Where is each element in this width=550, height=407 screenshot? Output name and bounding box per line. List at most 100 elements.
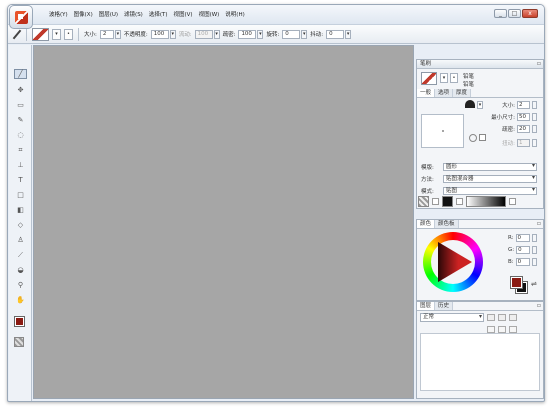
shape-icon[interactable]: □ bbox=[14, 190, 27, 200]
brush-tip-dropdown[interactable]: ▾ bbox=[477, 101, 483, 109]
menu-item-select[interactable]: 选择(T) bbox=[146, 11, 171, 20]
color-panel: 颜色 颜色板 ▫ R: 0 G: 0 B: 0 ⇌ bbox=[416, 219, 544, 301]
opacity-stepper[interactable]: ▾ bbox=[169, 29, 176, 39]
panel-close-icon[interactable]: ▫ bbox=[537, 302, 543, 310]
min-size-field[interactable]: 50 bbox=[517, 113, 530, 121]
size-field[interactable]: 2 bbox=[99, 29, 114, 39]
texture-icon[interactable] bbox=[14, 337, 24, 347]
color-swatches[interactable] bbox=[14, 316, 29, 331]
menu-item-layer[interactable]: 图层(U) bbox=[96, 11, 121, 20]
canvas-area[interactable] bbox=[33, 45, 414, 399]
layer-list[interactable] bbox=[420, 333, 540, 391]
angle-checkbox[interactable] bbox=[479, 134, 486, 141]
stamp-icon[interactable]: ⊥ bbox=[14, 160, 27, 170]
method-select[interactable]: 贴图混合器 bbox=[443, 175, 537, 183]
size-stepper[interactable]: ▾ bbox=[114, 29, 121, 39]
grain-swatch[interactable] bbox=[442, 196, 453, 207]
angle-dial-icon[interactable] bbox=[469, 134, 477, 142]
green-field[interactable]: 0 bbox=[516, 246, 531, 254]
gradient-swatch[interactable] bbox=[466, 196, 506, 207]
blend-mode-select[interactable]: 正常 bbox=[420, 313, 484, 322]
gradient-icon[interactable]: ◧ bbox=[14, 205, 27, 215]
spacing-field[interactable]: 20 bbox=[517, 125, 530, 133]
grain-menu-button[interactable] bbox=[456, 198, 463, 205]
flow-stepper[interactable]: ▾ bbox=[213, 29, 220, 39]
min-size-stepper[interactable] bbox=[532, 113, 537, 121]
brush-tip-icon[interactable] bbox=[465, 100, 475, 108]
link-icon[interactable] bbox=[498, 314, 506, 321]
select-rect-icon[interactable]: ▭ bbox=[14, 100, 27, 110]
text-icon[interactable]: T bbox=[14, 175, 27, 185]
tab-color[interactable]: 颜色 bbox=[417, 220, 436, 228]
menu-item-edit[interactable]: 波格(Y) bbox=[46, 11, 71, 20]
brush-icon[interactable]: ✎ bbox=[14, 115, 27, 125]
rotate-field[interactable]: 0 bbox=[282, 29, 301, 39]
tab-history[interactable]: 历史 bbox=[435, 302, 454, 310]
texture-menu-button[interactable] bbox=[432, 198, 439, 205]
mode-select[interactable]: 贴图 bbox=[443, 187, 537, 195]
density-stepper[interactable]: ▾ bbox=[257, 29, 264, 39]
app-window: 波格(Y) 图像(X) 图层(U) 滤镜(S) 选择(T) 视图(V) 视图(W… bbox=[7, 4, 545, 402]
tab-options[interactable]: 选项 bbox=[435, 89, 454, 97]
twist-field[interactable]: 1 bbox=[517, 139, 530, 147]
jitter-stepper[interactable]: ▾ bbox=[345, 29, 352, 39]
brush-size-field[interactable]: 2 bbox=[517, 101, 530, 109]
crop-icon[interactable]: ⌗ bbox=[14, 145, 27, 155]
eraser-icon[interactable]: ◇ bbox=[14, 220, 27, 230]
foreground-color-swatch[interactable] bbox=[510, 276, 523, 289]
delete-layer-icon[interactable] bbox=[509, 326, 517, 333]
red-field[interactable]: 0 bbox=[515, 234, 530, 242]
lasso-icon[interactable]: ◌ bbox=[14, 130, 27, 140]
blue-field[interactable]: 0 bbox=[515, 258, 530, 266]
brush-options-button[interactable]: • bbox=[64, 28, 73, 40]
lock-icon[interactable] bbox=[487, 314, 495, 321]
red-label: R: bbox=[508, 235, 514, 241]
swap-colors-icon[interactable]: ⇌ bbox=[531, 280, 537, 288]
fill-icon[interactable]: ◒ bbox=[14, 265, 27, 275]
green-stepper[interactable] bbox=[532, 246, 538, 254]
gradient-menu-button[interactable] bbox=[509, 198, 516, 205]
hand-icon[interactable]: ✋ bbox=[14, 295, 27, 305]
blue-stepper[interactable] bbox=[531, 258, 537, 266]
smudge-icon[interactable]: ♙ bbox=[14, 235, 27, 245]
rotate-stepper[interactable]: ▾ bbox=[301, 29, 308, 39]
brush-preset-dropdown[interactable]: ▾ bbox=[440, 73, 448, 83]
duplicate-layer-icon[interactable] bbox=[498, 326, 506, 333]
spacing-stepper[interactable] bbox=[532, 125, 537, 133]
panel-close-icon[interactable]: ▫ bbox=[537, 60, 541, 68]
menu-item-help[interactable]: 说明(H) bbox=[222, 11, 247, 20]
new-layer-icon[interactable] bbox=[487, 326, 495, 333]
menu-item-window[interactable]: 视图(W) bbox=[196, 11, 223, 20]
close-button[interactable]: x bbox=[522, 9, 538, 18]
menu-item-image[interactable]: 图像(X) bbox=[71, 11, 96, 20]
brush-size-stepper[interactable] bbox=[532, 101, 537, 109]
zoom-icon[interactable]: ⚲ bbox=[14, 280, 27, 290]
brush-preset-swatch[interactable] bbox=[421, 72, 437, 85]
move-icon[interactable]: ✥ bbox=[14, 85, 27, 95]
twist-stepper[interactable] bbox=[532, 139, 537, 147]
brush-preset-dropdown[interactable]: ▾ bbox=[52, 28, 61, 40]
panel-close-icon[interactable]: ▫ bbox=[537, 220, 543, 228]
app-logo-icon[interactable] bbox=[9, 5, 33, 29]
brush-preset-swatch[interactable] bbox=[32, 27, 49, 41]
brush-menu-button[interactable]: • bbox=[450, 73, 458, 83]
minimize-button[interactable]: _ bbox=[494, 9, 507, 18]
opacity-field[interactable]: 100 bbox=[150, 29, 169, 39]
red-stepper[interactable] bbox=[531, 234, 537, 242]
tab-layers[interactable]: 图层 bbox=[417, 302, 436, 310]
eyedropper-icon[interactable]: ⟋ bbox=[14, 250, 27, 260]
density-field[interactable]: 100 bbox=[238, 29, 257, 39]
maximize-button[interactable]: □ bbox=[508, 9, 521, 18]
tab-thickness[interactable]: 厚度 bbox=[453, 89, 472, 97]
menu-item-view[interactable]: 视图(V) bbox=[171, 11, 196, 20]
texture-swatch[interactable] bbox=[418, 196, 429, 207]
jitter-field[interactable]: 0 bbox=[326, 29, 345, 39]
mask-icon[interactable] bbox=[509, 314, 517, 321]
pencil-tool-icon[interactable]: ╱ bbox=[14, 69, 27, 79]
tab-palette[interactable]: 颜色板 bbox=[435, 220, 459, 228]
menu-item-filter[interactable]: 滤镜(S) bbox=[121, 11, 146, 20]
flow-field[interactable]: 100 bbox=[194, 29, 213, 39]
tab-general[interactable]: 一般 bbox=[417, 89, 436, 97]
foreground-color-swatch[interactable] bbox=[14, 316, 25, 327]
template-select[interactable]: 圆形 bbox=[443, 163, 537, 171]
